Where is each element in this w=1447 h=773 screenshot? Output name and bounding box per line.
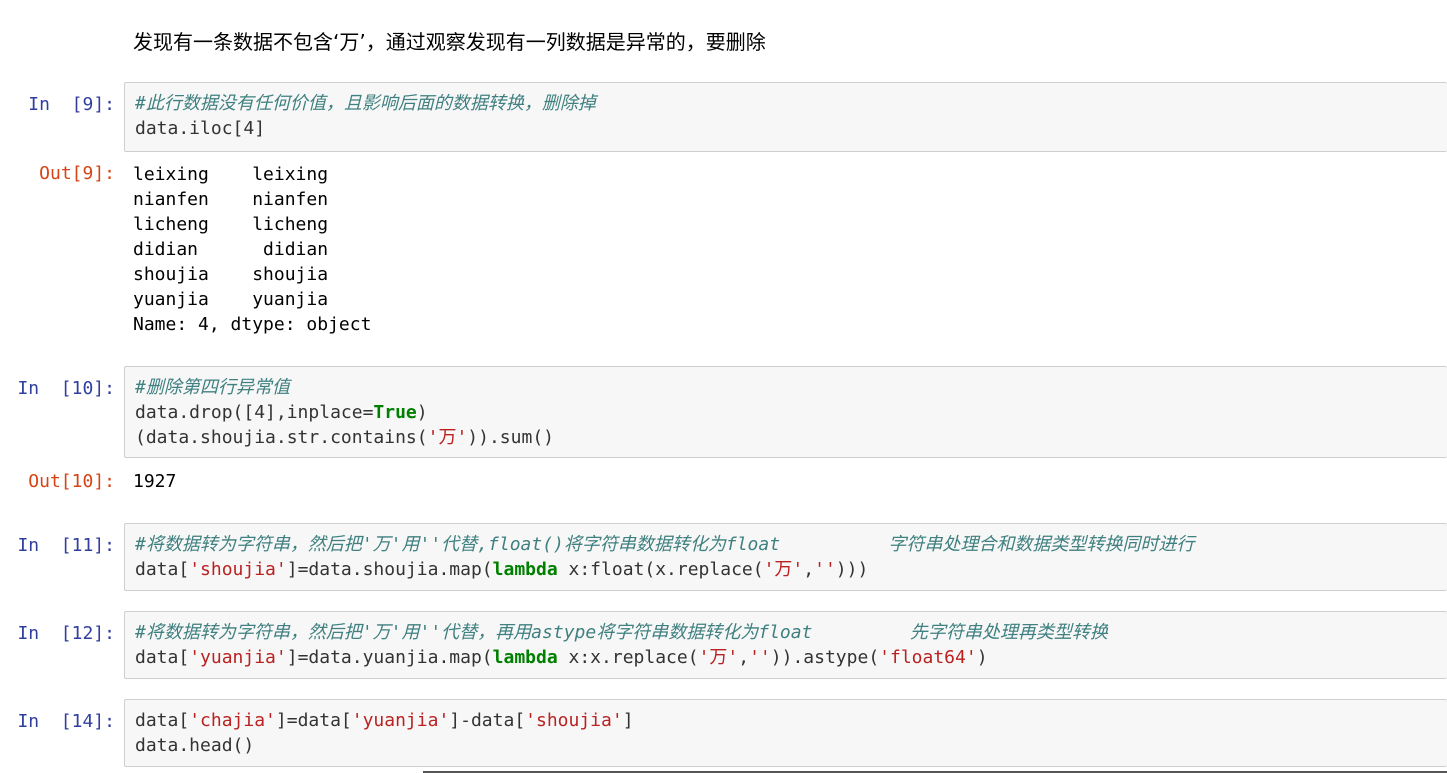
code-line: #删除第四行异常值 <box>135 375 1447 400</box>
code-line: data['chajia']=data['yuanjia']-data['sho… <box>135 708 1447 733</box>
code-string: 'yuanjia' <box>189 647 287 668</box>
in-prompt-14: In [14]: <box>17 711 115 732</box>
code-cell-9[interactable]: #此行数据没有任何价值，且影响后面的数据转换，删除掉 data.iloc[4] <box>124 82 1447 152</box>
code-token: data[ <box>135 710 190 731</box>
code-cell-11[interactable]: #将数据转为字符串，然后把'万'用''代替,float()将字符串数据转化为fl… <box>124 523 1447 591</box>
code-comment: #此行数据没有任何价值，且影响后面的数据转换，删除掉 <box>135 93 596 114</box>
code-line: data['shoujia']=data.shoujia.map(lambda … <box>135 557 1447 582</box>
code-token: )).astype( <box>770 647 880 668</box>
code-string: '万' <box>763 559 804 580</box>
code-string: '万' <box>698 647 739 668</box>
code-string: 'chajia' <box>189 710 276 731</box>
code-keyword: lambda <box>492 647 558 668</box>
code-keyword: True <box>373 402 417 423</box>
code-line: data.head() <box>135 733 1447 758</box>
out-prompt-10: Out[10]: <box>28 471 115 492</box>
code-line: #此行数据没有任何价值，且影响后面的数据转换，删除掉 <box>135 91 1447 116</box>
output-area-9: leixing leixing nianfen nianfen licheng … <box>133 164 372 335</box>
in-prompt-11: In [11]: <box>17 535 115 556</box>
code-token: )).sum() <box>467 427 554 448</box>
code-token: ) <box>976 647 988 668</box>
code-token: data[ <box>135 559 190 580</box>
code-string: 'yuanjia' <box>351 710 450 731</box>
code-line: #将数据转为字符串，然后把'万'用''代替,float()将字符串数据转化为fl… <box>135 532 1447 557</box>
code-token: data.head() <box>135 735 255 756</box>
in-prompt-12: In [12]: <box>17 623 115 644</box>
code-token: ]=data.yuanjia.map( <box>286 647 493 668</box>
code-string: '' <box>749 647 771 668</box>
output-area-10: 1927 <box>133 471 177 492</box>
markdown-cell-text: 发现有一条数据不包含‘万’，通过观察发现有一列数据是异常的，要删除 <box>133 30 766 54</box>
code-comment: #将数据转为字符串，然后把'万'用''代替，再用astype将字符串数据转化为f… <box>135 622 1108 643</box>
code-editor-12[interactable]: #将数据转为字符串，然后把'万'用''代替，再用astype将字符串数据转化为f… <box>125 612 1447 670</box>
code-cell-10[interactable]: #删除第四行异常值 data.drop([4],inplace=True) (dat… <box>124 366 1447 458</box>
code-token: ]-data[ <box>449 710 526 731</box>
code-token: data.drop([4],inplace= <box>135 402 374 423</box>
code-token: data.iloc[4] <box>135 118 266 139</box>
code-comment: #删除第四行异常值 <box>135 377 290 398</box>
code-cell-14[interactable]: data['chajia']=data['yuanjia']-data['sho… <box>124 699 1447 767</box>
code-line: data['yuanjia']=data.yuanjia.map(lambda … <box>135 645 1447 670</box>
out-prompt-9: Out[9]: <box>39 163 115 184</box>
in-prompt-9: In [9]: <box>28 94 115 115</box>
code-string: 'shoujia' <box>525 710 623 731</box>
code-line: (data.shoujia.str.contains('万')).sum() <box>135 425 1447 450</box>
code-string: '' <box>814 559 836 580</box>
code-editor-9[interactable]: #此行数据没有任何价值，且影响后面的数据转换，删除掉 data.iloc[4] <box>125 83 1447 141</box>
code-editor-10[interactable]: #删除第四行异常值 data.drop([4],inplace=True) (dat… <box>125 367 1447 450</box>
code-line: data.drop([4],inplace=True) <box>135 400 1447 425</box>
code-keyword: lambda <box>492 559 558 580</box>
code-token: x:float(x.replace( <box>557 559 764 580</box>
code-string: '万' <box>427 427 468 448</box>
code-token: , <box>738 647 750 668</box>
code-token: x:x.replace( <box>557 647 699 668</box>
code-line: data.iloc[4] <box>135 116 1447 141</box>
code-token: , <box>803 559 815 580</box>
code-line: #将数据转为字符串，然后把'万'用''代替，再用astype将字符串数据转化为f… <box>135 620 1447 645</box>
code-comment: #将数据转为字符串，然后把'万'用''代替,float()将字符串数据转化为fl… <box>135 534 1195 555</box>
in-prompt-10: In [10]: <box>17 378 115 399</box>
code-editor-14[interactable]: data['chajia']=data['yuanjia']-data['sho… <box>125 700 1447 758</box>
code-string: 'float64' <box>879 647 977 668</box>
code-token: ))) <box>835 559 869 580</box>
code-editor-11[interactable]: #将数据转为字符串，然后把'万'用''代替,float()将字符串数据转化为fl… <box>125 524 1447 582</box>
code-token: data[ <box>135 647 190 668</box>
code-token: ]=data[ <box>275 710 352 731</box>
code-string: 'shoujia' <box>189 559 287 580</box>
code-token: ) <box>416 402 428 423</box>
code-cell-12[interactable]: #将数据转为字符串，然后把'万'用''代替，再用astype将字符串数据转化为f… <box>124 611 1447 679</box>
code-token: (data.shoujia.str.contains( <box>135 427 428 448</box>
code-token: ] <box>622 710 634 731</box>
code-token: ]=data.shoujia.map( <box>286 559 493 580</box>
